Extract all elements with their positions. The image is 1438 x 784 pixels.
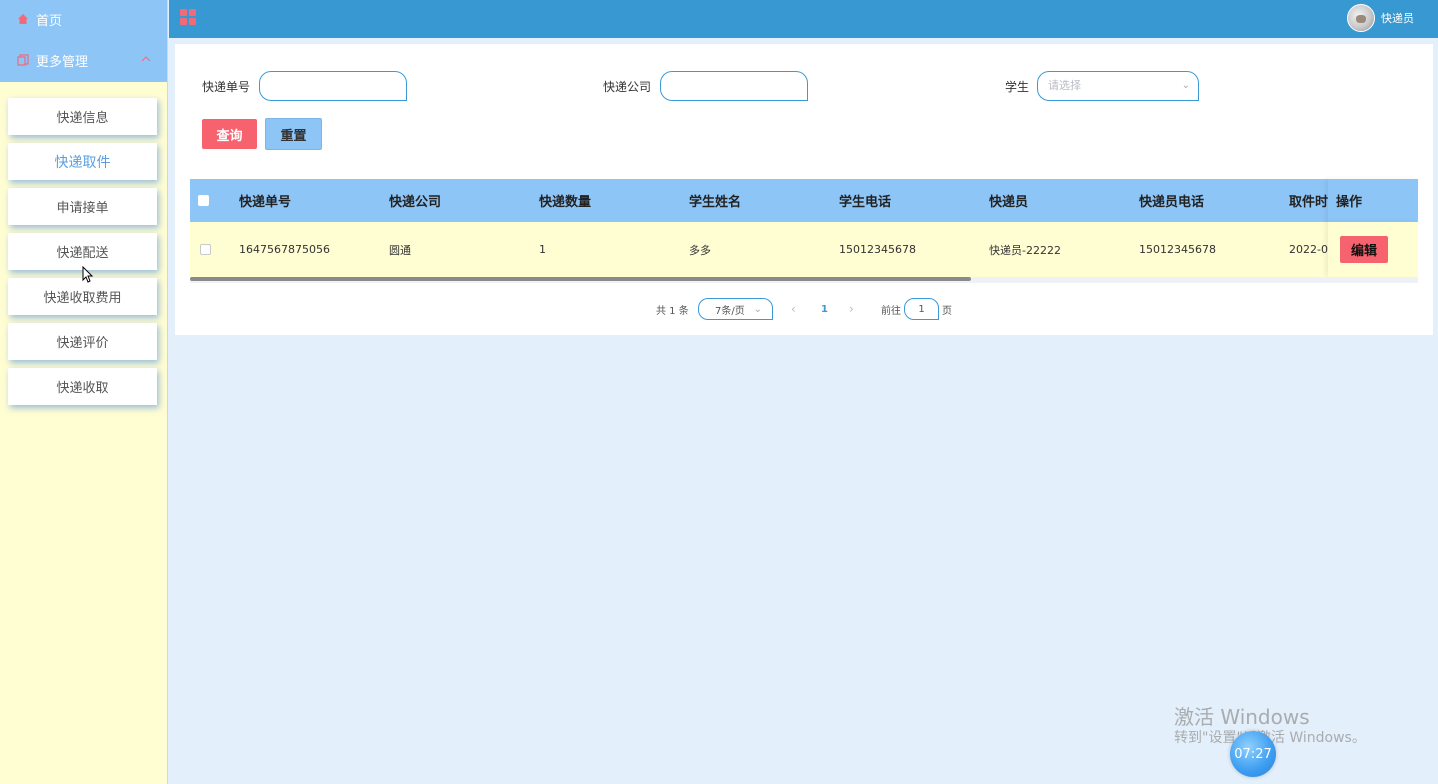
column-header: 快递员电话 [1139, 195, 1205, 210]
action-column: 操作 编辑 [1328, 179, 1418, 277]
pagination-total: 共 1 条 [656, 305, 689, 317]
column-header: 学生姓名 [689, 195, 742, 210]
sidebar-item-express-collect[interactable]: 快递收取 [8, 368, 157, 405]
page-size-value: 7条/页 [715, 305, 745, 317]
sidebar-item-label: 申请接单 [56, 201, 109, 216]
company-label: 快递公司 [603, 80, 652, 94]
cell-student-phone: 15012345678 [839, 243, 916, 256]
sidebar-item-express-delivery[interactable]: 快递配送 [8, 233, 157, 270]
cell-quantity: 1 [539, 243, 546, 256]
main-panel: 快递单号 快递公司 学生 请选择 ⌄ 查询 重置 快递单号 快递公司 快递数量 … [175, 44, 1433, 335]
column-header: 快递数量 [539, 195, 592, 210]
page-size-select[interactable]: 7条/页 ⌄ [698, 298, 773, 320]
tracking-number-input[interactable] [259, 71, 407, 101]
avatar [1347, 4, 1375, 32]
cell-pickup-time: 2022-03- [1289, 243, 1329, 256]
sidebar-header: 首页 更多管理 [0, 0, 167, 82]
goto-suffix: 页 [942, 305, 952, 317]
table-row[interactable]: 1647567875056 圆通 1 多多 15012345678 快递员-22… [190, 222, 1418, 277]
chevron-down-icon: ⌄ [753, 303, 762, 315]
cell-courier: 快递员-22222 [989, 243, 1061, 257]
prev-page-icon[interactable]: ‹ [791, 298, 796, 320]
cell-student-name: 多多 [689, 243, 711, 257]
floating-clock[interactable]: 07:27 [1230, 731, 1276, 777]
cell-company: 圆通 [389, 243, 411, 257]
scrollbar-thumb[interactable] [190, 277, 971, 281]
column-header: 快递单号 [239, 195, 292, 210]
tracking-number-label: 快递单号 [202, 80, 251, 94]
sidebar-item-label: 快递配送 [56, 246, 109, 261]
reset-button[interactable]: 重置 [265, 118, 322, 150]
pagination: 共 1 条 7条/页 ⌄ ‹ 1 › 前往 1 页 [175, 298, 1433, 320]
copy-icon [16, 53, 30, 67]
sidebar-item-express-pickup[interactable]: 快递取件 [8, 143, 157, 180]
windows-activation-title: 激活 Windows [1174, 705, 1310, 729]
edit-button[interactable]: 编辑 [1340, 236, 1388, 263]
sidebar: 首页 更多管理 快递信息 快递取件 申请接单 快递配送 快递收取费用 快递评价 … [0, 0, 168, 784]
action-header: 操作 [1328, 179, 1418, 222]
company-input[interactable] [660, 71, 808, 101]
username: 快递员 [1381, 12, 1414, 25]
sidebar-item-label: 快递评价 [56, 336, 109, 351]
chevron-down-icon: ⌄ [1181, 80, 1190, 91]
horizontal-scrollbar[interactable] [190, 277, 1418, 283]
column-header: 学生电话 [839, 195, 892, 210]
next-page-icon[interactable]: › [849, 298, 854, 320]
sidebar-item-label: 快递信息 [56, 111, 109, 126]
chevron-up-icon [141, 52, 151, 67]
cell-tracking-number: 1647567875056 [239, 243, 330, 256]
sidebar-item-express-info[interactable]: 快递信息 [8, 98, 157, 135]
page-number-current[interactable]: 1 [821, 298, 828, 320]
student-select-placeholder: 请选择 [1048, 79, 1081, 92]
sidebar-group-label: 更多管理 [36, 54, 89, 70]
mouse-cursor-icon [82, 265, 94, 287]
column-header: 快递员 [989, 195, 1029, 210]
sidebar-item-apply-order[interactable]: 申请接单 [8, 188, 157, 225]
action-cell: 编辑 [1328, 222, 1418, 277]
cell-courier-phone: 15012345678 [1139, 243, 1216, 256]
menu-grid-icon[interactable] [180, 9, 196, 25]
goto-prefix: 前往 [881, 305, 901, 317]
sidebar-submenu: 快递信息 快递取件 申请接单 快递配送 快递收取费用 快递评价 快递收取 [0, 82, 167, 405]
sidebar-item-label: 快递取件 [54, 154, 111, 171]
sidebar-item-label: 快递收取 [56, 381, 109, 396]
sidebar-item-label: 快递收取费用 [43, 291, 122, 306]
search-button[interactable]: 查询 [202, 119, 257, 149]
top-bar: 快递员 [169, 0, 1438, 38]
home-icon [16, 12, 30, 26]
column-header: 快递公司 [389, 195, 442, 210]
sidebar-item-home[interactable]: 首页 [0, 0, 167, 38]
table-header: 快递单号 快递公司 快递数量 学生姓名 学生电话 快递员 快递员电话 取件时间 [190, 179, 1418, 222]
select-all-checkbox[interactable] [198, 179, 209, 222]
goto-page-input[interactable]: 1 [904, 298, 939, 320]
user-menu[interactable]: 快递员 [1347, 4, 1414, 32]
student-label: 学生 [1005, 80, 1030, 94]
sidebar-item-express-review[interactable]: 快递评价 [8, 323, 157, 360]
student-select[interactable]: 请选择 ⌄ [1037, 71, 1199, 101]
column-header: 取件时间 [1289, 195, 1329, 210]
sidebar-group-more[interactable]: 更多管理 [0, 38, 167, 82]
data-table: 快递单号 快递公司 快递数量 学生姓名 学生电话 快递员 快递员电话 取件时间 … [190, 179, 1418, 283]
row-checkbox[interactable] [200, 222, 211, 277]
sidebar-home-label: 首页 [36, 13, 63, 29]
